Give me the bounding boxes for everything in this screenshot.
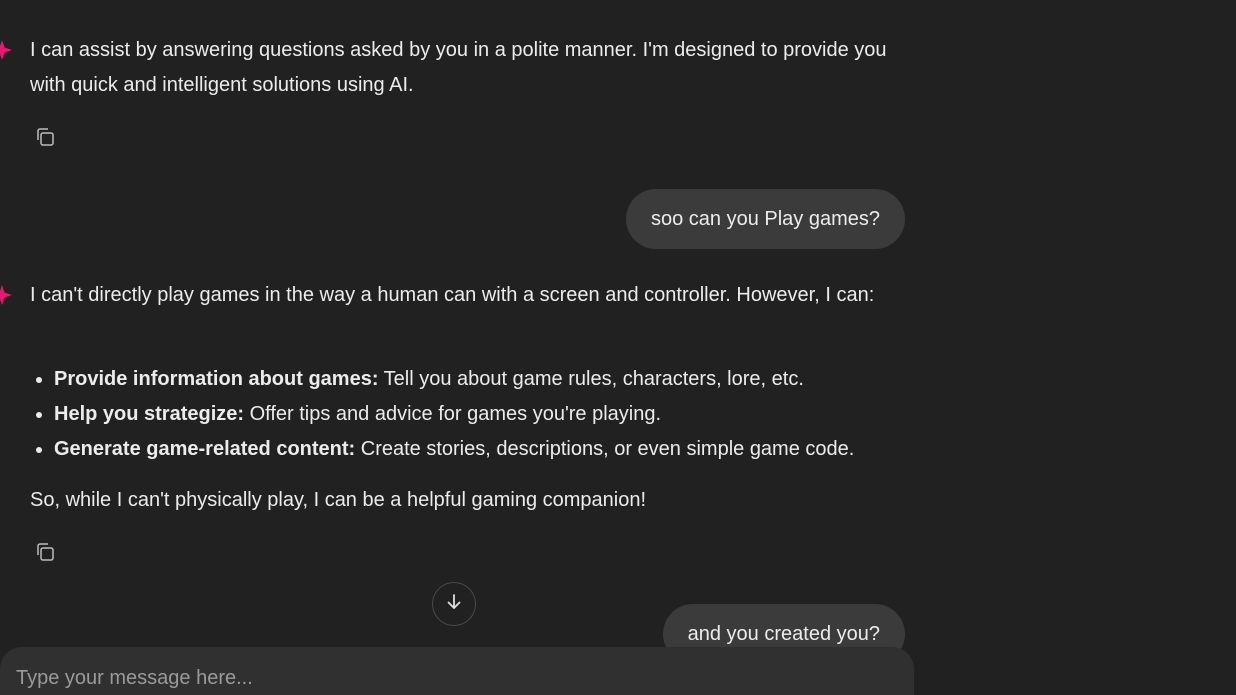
user-message-text: and you created you? <box>687 623 880 645</box>
list-item: Generate game-related content: Create st… <box>54 432 934 467</box>
sparkle-icon <box>0 40 12 60</box>
message-input[interactable] <box>14 661 898 695</box>
assistant-message: I can assist by answering questions aske… <box>30 33 910 103</box>
list-item-title: Help you strategize: <box>54 403 245 425</box>
list-item-title: Generate game-related content: <box>54 438 356 460</box>
message-composer <box>0 647 914 695</box>
list-item-title: Provide information about games: <box>54 368 379 390</box>
copy-icon[interactable] <box>34 126 56 148</box>
list-item-text: Offer tips and advice for games you're p… <box>244 403 662 425</box>
assistant-message: I can't directly play games in the way a… <box>30 278 910 313</box>
arrow-down-icon <box>445 593 463 616</box>
assistant-message-text: I can assist by answering questions aske… <box>30 39 887 96</box>
list-item: Provide information about games: Tell yo… <box>54 362 934 397</box>
chat-window: I can assist by answering questions aske… <box>0 0 1236 695</box>
sparkle-icon <box>0 285 12 305</box>
assistant-message-intro: I can't directly play games in the way a… <box>30 284 875 306</box>
assistant-bullet-list: Provide information about games: Tell yo… <box>30 362 934 467</box>
list-item-text: Create stories, descriptions, or even si… <box>355 438 855 460</box>
list-item: Help you strategize: Offer tips and advi… <box>54 397 934 432</box>
assistant-message-outro-container: So, while I can't physically play, I can… <box>30 483 910 518</box>
user-message-bubble: soo can you Play games? <box>625 189 905 249</box>
scroll-to-bottom-button[interactable] <box>432 582 476 626</box>
user-message-text: soo can you Play games? <box>650 208 880 230</box>
list-item-text: Tell you about game rules, characters, l… <box>378 368 804 390</box>
assistant-message-outro: So, while I can't physically play, I can… <box>30 489 647 511</box>
copy-icon[interactable] <box>34 541 56 563</box>
